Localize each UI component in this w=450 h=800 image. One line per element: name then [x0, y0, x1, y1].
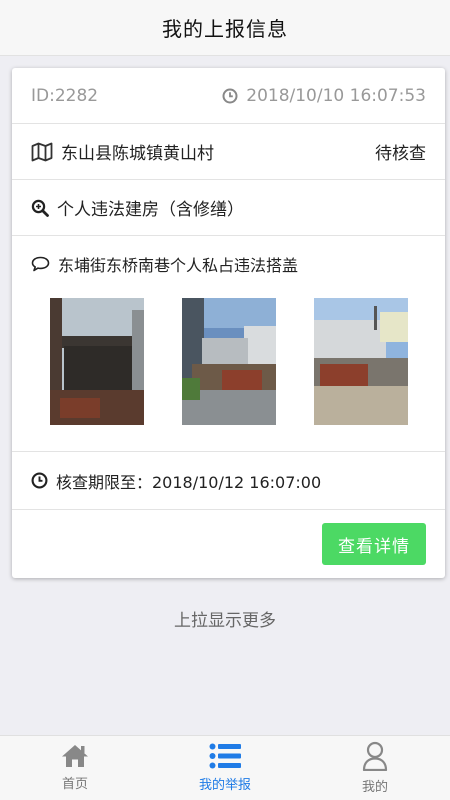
status-badge: 待核查	[375, 144, 426, 164]
report-meta-row: ID:2282 2018/10/10 16:07:53	[12, 68, 445, 124]
action-row: 查看详情	[12, 510, 445, 578]
deadline-row: 核查期限至：2018/10/12 16:07:00	[12, 452, 445, 510]
photo-3[interactable]	[314, 298, 408, 425]
user-icon	[362, 741, 388, 771]
location-row: 东山县陈城镇黄山村 待核查	[12, 124, 445, 180]
clock-icon	[31, 472, 48, 489]
page-title: 我的上报信息	[0, 0, 450, 56]
report-time: 2018/10/10 16:07:53	[246, 85, 426, 106]
report-id: ID:2282	[31, 85, 99, 106]
tab-home-label: 首页	[61, 777, 88, 792]
tab-my-reports[interactable]: 我的举报	[150, 736, 300, 800]
photo-1[interactable]	[50, 298, 144, 425]
description-row: 东埔街东桥南巷个人私占违法搭盖	[12, 236, 445, 452]
report-time-group: 2018/10/10 16:07:53	[222, 86, 426, 106]
tab-bar: 首页 我的举报 我的	[0, 735, 450, 800]
category-text: 个人违法建房（含修缮）	[57, 200, 244, 220]
location-text: 东山县陈城镇黄山村	[61, 144, 214, 164]
category-row: 个人违法建房（含修缮）	[12, 180, 445, 236]
zoom-icon	[31, 199, 49, 217]
comment-icon	[31, 256, 50, 272]
home-icon	[61, 744, 89, 768]
clock-icon	[222, 88, 238, 104]
map-icon	[31, 142, 53, 162]
tab-mine-label: 我的	[361, 780, 388, 795]
load-more-hint[interactable]: 上拉显示更多	[0, 596, 450, 640]
tab-home[interactable]: 首页	[0, 736, 150, 800]
list-icon	[209, 743, 241, 769]
description-text: 东埔街东桥南巷个人私占违法搭盖	[58, 256, 299, 275]
tab-mine[interactable]: 我的	[300, 736, 450, 800]
tab-my-reports-label: 我的举报	[198, 778, 251, 793]
report-card[interactable]: ID:2282 2018/10/10 16:07:53 东山县陈城镇黄山村 待核…	[12, 68, 445, 578]
view-details-button[interactable]: 查看详情	[322, 523, 426, 565]
deadline-text: 核查期限至：2018/10/12 16:07:00	[56, 472, 322, 492]
photo-gallery	[31, 298, 408, 425]
photo-2[interactable]	[182, 298, 276, 425]
